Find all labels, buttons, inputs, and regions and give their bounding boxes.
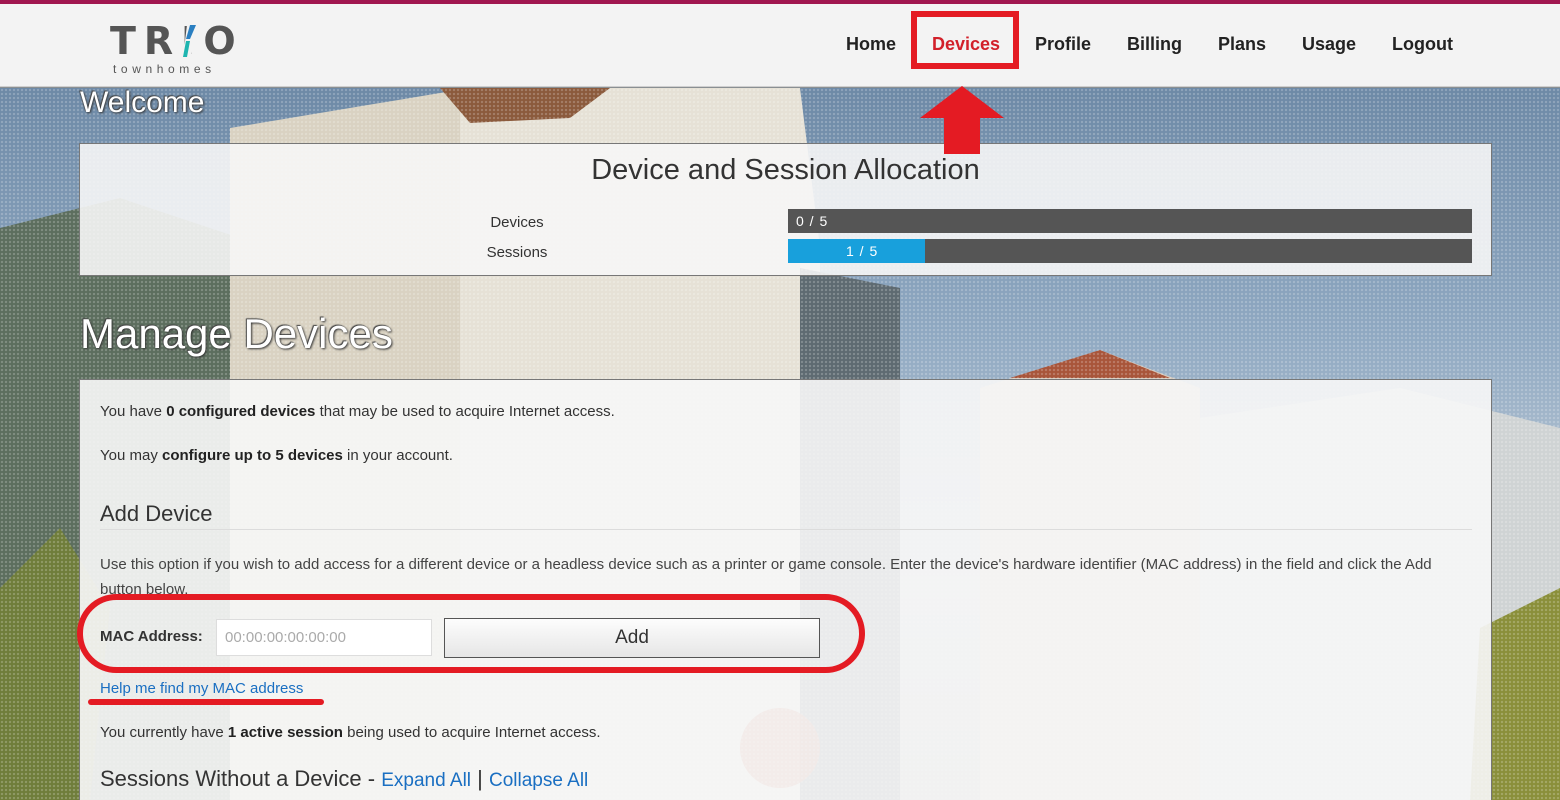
collapse-all-link[interactable]: Collapse All: [489, 770, 588, 791]
nav-billing[interactable]: Billing: [1127, 34, 1182, 55]
sessions-label: Sessions: [486, 244, 548, 261]
devices-progress-text: 0 / 5: [796, 213, 829, 229]
allocation-title: Device and Session Allocation: [591, 154, 980, 186]
nav-profile[interactable]: Profile: [1035, 34, 1091, 55]
site-header: TRIO townhomes Home Devices Profile Bill…: [0, 4, 1560, 87]
section-divider: [100, 529, 1472, 530]
manage-devices-panel: You have 0 configured devices that may b…: [79, 379, 1492, 800]
help-link-underline-highlight: [88, 699, 324, 705]
expand-all-link[interactable]: Expand All: [381, 770, 471, 791]
mac-form-highlight: [77, 594, 865, 673]
active-session-text: You currently have 1 active session bein…: [100, 724, 601, 741]
main-nav: Home Devices Profile Billing Plans Usage…: [0, 4, 1560, 87]
manage-devices-heading: Manage Devices: [80, 310, 393, 357]
welcome-heading: Welcome: [80, 86, 205, 119]
devices-label: Devices: [490, 214, 544, 231]
link-separator: |: [477, 766, 483, 791]
devices-progress-bar: 0 / 5: [788, 209, 1472, 233]
device-limit-text: You may configure up to 5 devices in you…: [100, 447, 453, 464]
allocation-panel: Device and Session Allocation Devices 0 …: [79, 143, 1492, 276]
nav-usage[interactable]: Usage: [1302, 34, 1356, 55]
add-device-heading: Add Device: [100, 501, 213, 526]
devices-highlight-box: [911, 11, 1019, 69]
nav-home[interactable]: Home: [846, 34, 896, 55]
configured-devices-text: You have 0 configured devices that may b…: [100, 403, 615, 420]
help-find-mac-link[interactable]: Help me find my MAC address: [100, 680, 303, 697]
sessions-progress-bar: 1 / 5: [788, 239, 1472, 263]
arrow-up-icon: [920, 86, 1004, 154]
nav-logout[interactable]: Logout: [1392, 34, 1453, 55]
sessions-without-device-heading: Sessions Without a Device - Expand All |…: [100, 766, 589, 791]
sessions-progress-text: 1 / 5: [846, 243, 879, 259]
nav-plans[interactable]: Plans: [1218, 34, 1266, 55]
